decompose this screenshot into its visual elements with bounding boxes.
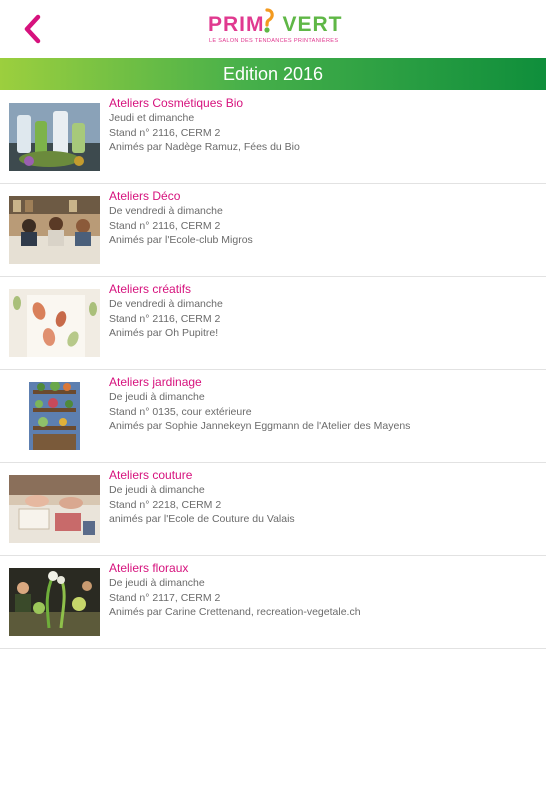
edition-banner: Edition 2016: [0, 58, 546, 90]
item-host: animés par l'Ecole de Couture du Valais: [109, 513, 295, 525]
logo-word-right: VERT: [282, 13, 343, 36]
item-title: Ateliers couture: [109, 468, 193, 482]
item-stand: Stand n° 2116, CERM 2: [109, 312, 221, 325]
item-title: Ateliers jardinage: [109, 375, 202, 389]
list-item[interactable]: Ateliers créatifs De vendredi à dimanche…: [0, 277, 546, 370]
item-text: Ateliers Déco De vendredi à dimanche Sta…: [109, 189, 539, 248]
item-title: Ateliers créatifs: [109, 282, 192, 296]
garden-shelf-photo: [9, 382, 100, 450]
item-host: Animés par l'Ecole-club Migros: [109, 234, 253, 246]
item-text: Ateliers Cosmétiques Bio Jeudi et dimanc…: [109, 96, 539, 155]
item-days: De vendredi à dimanche: [109, 298, 223, 310]
logo-word-left: PRIM: [208, 13, 265, 36]
item-days: De jeudi à dimanche: [109, 391, 205, 403]
item-stand: Stand n° 2117, CERM 2: [109, 591, 221, 604]
sewing-table-photo: [9, 475, 100, 543]
item-days: Jeudi et dimanche: [109, 112, 195, 124]
list-item[interactable]: Ateliers Cosmétiques Bio Jeudi et dimanc…: [0, 91, 546, 184]
item-text: Ateliers couture De jeudi à dimanche Sta…: [109, 468, 539, 527]
primevert-logo: PRIM VERT LE SALON DES TENDANCES PRINTANI…: [208, 8, 342, 48]
list-item[interactable]: Ateliers couture De jeudi à dimanche Sta…: [0, 463, 546, 556]
item-host: Animés par Nadège Ramuz, Fées du Bio: [109, 141, 300, 153]
item-title: Ateliers floraux: [109, 561, 189, 575]
workshop-table-photo: [9, 196, 100, 264]
workshop-list: Ateliers Cosmétiques Bio Jeudi et dimanc…: [0, 91, 546, 649]
chevron-left-icon: [24, 14, 41, 44]
item-stand: Stand n° 2218, CERM 2: [109, 498, 222, 511]
list-item[interactable]: Ateliers jardinage De jeudi à dimanche S…: [0, 370, 546, 463]
flower-arranging-photo: [9, 568, 100, 636]
logo-leaf-mark-icon: [264, 8, 274, 33]
item-host: Animés par Carine Crettenand, recreation…: [109, 606, 361, 618]
item-days: De jeudi à dimanche: [109, 577, 205, 589]
list-item[interactable]: Ateliers floraux De jeudi à dimanche Sta…: [0, 556, 546, 649]
fabric-leaves-photo: [9, 289, 100, 357]
item-days: De vendredi à dimanche: [109, 205, 223, 217]
cosmetics-bottles-photo: [9, 103, 100, 171]
list-item[interactable]: Ateliers Déco De vendredi à dimanche Sta…: [0, 184, 546, 277]
banner-title: Edition 2016: [222, 64, 324, 84]
item-days: De jeudi à dimanche: [109, 484, 205, 496]
item-host: Animés par Oh Pupitre!: [109, 327, 219, 339]
item-title: Ateliers Cosmétiques Bio: [109, 96, 244, 110]
item-host: Animés par Sophie Jannekeyn Eggmann de l…: [109, 420, 411, 432]
item-text: Ateliers jardinage De jeudi à dimanche S…: [109, 375, 539, 434]
item-text: Ateliers créatifs De vendredi à dimanche…: [109, 282, 539, 341]
item-stand: Stand n° 2116, CERM 2: [109, 126, 221, 139]
back-button[interactable]: [18, 12, 50, 46]
item-title: Ateliers Déco: [109, 189, 181, 203]
item-text: Ateliers floraux De jeudi à dimanche Sta…: [109, 561, 539, 620]
item-stand: Stand n° 0135, cour extérieure: [109, 405, 252, 418]
top-bar: PRIM VERT LE SALON DES TENDANCES PRINTANI…: [0, 0, 546, 58]
item-stand: Stand n° 2116, CERM 2: [109, 219, 221, 232]
logo-tagline: LE SALON DES TENDANCES PRINTANIÈRES: [209, 38, 339, 44]
